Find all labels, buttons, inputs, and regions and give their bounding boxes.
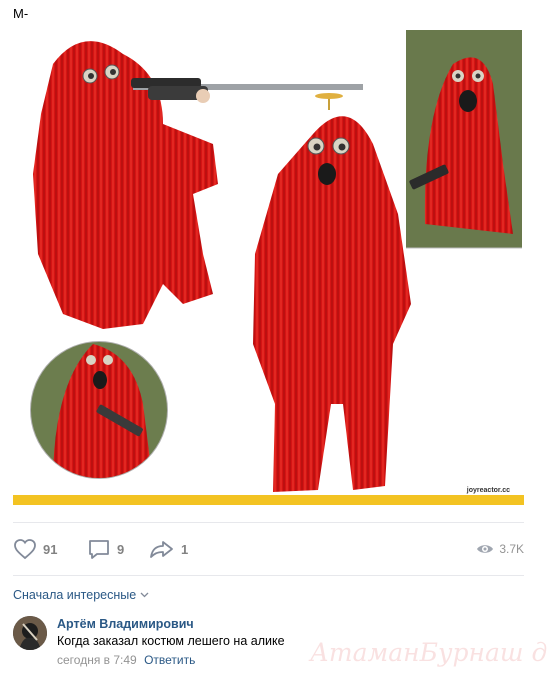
share-count: 1 xyxy=(181,541,189,557)
standing-ghillie-figure xyxy=(253,93,411,492)
like-count: 91 xyxy=(43,541,58,557)
comment-time[interactable]: сегодня в 7:49 xyxy=(57,653,137,667)
comment-icon xyxy=(89,540,109,559)
share-button[interactable]: 1 xyxy=(149,537,188,561)
forest-photo xyxy=(406,30,522,249)
ghillie-collage-illustration xyxy=(30,30,522,492)
watermark: АтаманБурнаш для ЯП xyxy=(310,638,547,667)
circle-photo xyxy=(30,341,168,479)
sort-label: Сначала интересные xyxy=(13,588,137,602)
post-image[interactable]: joyreactor.cc xyxy=(13,24,524,505)
avatar-image xyxy=(13,616,47,650)
avatar[interactable] xyxy=(13,616,47,650)
comment-button[interactable]: 9 xyxy=(87,537,124,561)
comments-sort-dropdown[interactable]: Сначала интересные xyxy=(13,588,149,602)
comment-count: 9 xyxy=(117,541,125,557)
share-arrow-icon xyxy=(150,541,173,558)
comment-author[interactable]: Артём Владимирович xyxy=(57,617,194,631)
view-count: 3.7K xyxy=(499,542,524,556)
eye-icon xyxy=(477,545,494,553)
views-counter: 3.7K xyxy=(476,537,524,561)
post-actions: 91 9 1 3.7K xyxy=(13,537,524,561)
source-bar xyxy=(13,495,524,505)
reply-link[interactable]: Ответить xyxy=(144,653,195,667)
comment-meta: сегодня в 7:49 Ответить xyxy=(57,653,195,667)
like-button[interactable]: 91 xyxy=(13,537,57,561)
divider xyxy=(13,575,524,576)
comment-text: Когда заказал костюм лешего на алике xyxy=(57,634,285,648)
chevron-down-icon xyxy=(140,592,149,598)
divider xyxy=(13,522,524,523)
post-text: М- xyxy=(13,6,29,21)
heart-icon xyxy=(14,539,36,560)
source-watermark: joyreactor.cc xyxy=(466,487,510,494)
